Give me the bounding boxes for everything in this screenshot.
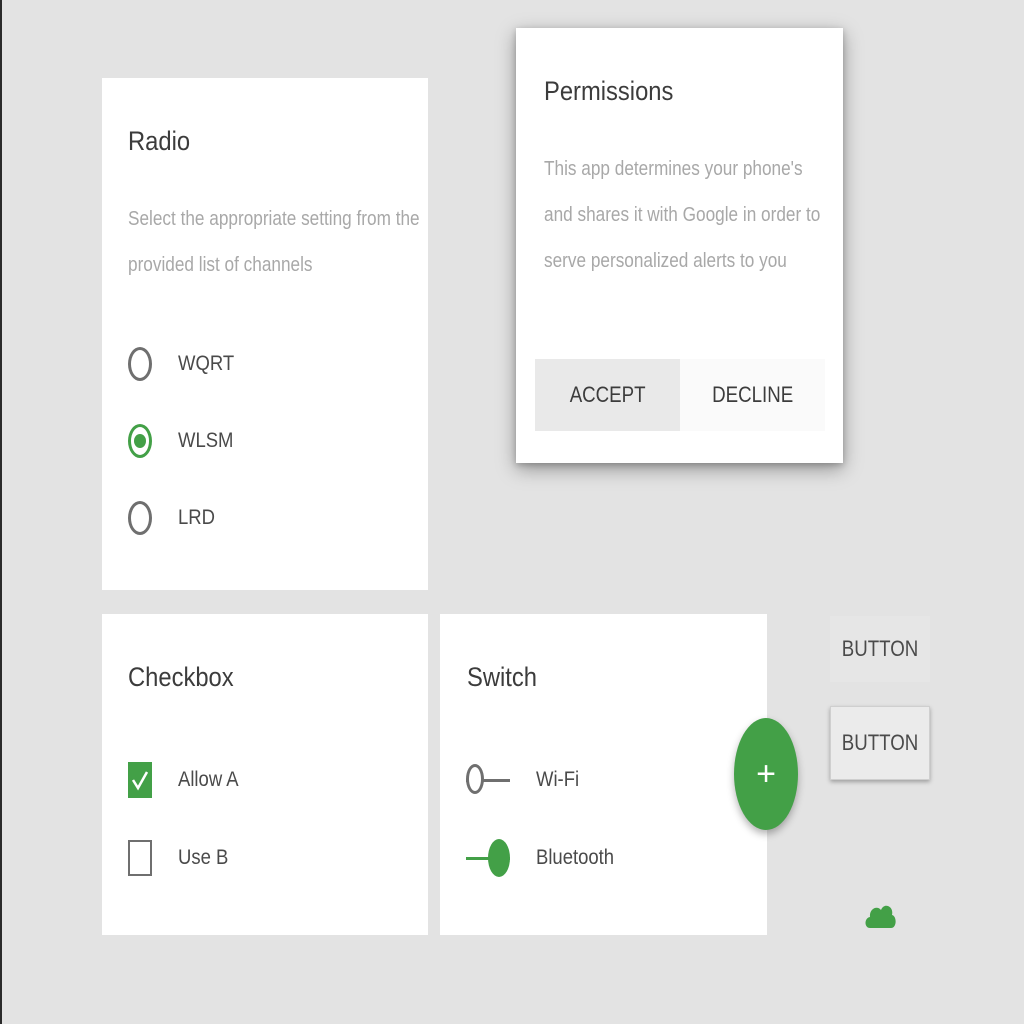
add-fab-button[interactable]: + bbox=[734, 718, 798, 830]
radio-card-description: Select the appropriate setting from the … bbox=[128, 208, 420, 276]
dialog-title: Permissions bbox=[544, 76, 674, 106]
raised-button-label: BUTTON bbox=[841, 730, 919, 755]
decline-button[interactable]: DECLINE bbox=[680, 359, 825, 431]
checkbox-card: Checkbox Allow A Use B bbox=[102, 614, 428, 935]
switch-card-title: Switch bbox=[467, 662, 537, 692]
radio-option-label: LRD bbox=[178, 506, 215, 529]
window-edge bbox=[0, 0, 2, 1024]
radio-option-label: WLSM bbox=[178, 429, 234, 452]
dialog-body: This app determines your phone's and sha… bbox=[544, 158, 821, 272]
radio-option-lrd[interactable]: LRD bbox=[128, 498, 220, 538]
switch-label: Bluetooth bbox=[536, 846, 615, 869]
bluetooth-switch[interactable] bbox=[466, 838, 510, 878]
checkbox-icon[interactable] bbox=[128, 840, 152, 876]
accept-button[interactable]: ACCEPT bbox=[535, 359, 680, 431]
radio-card: Radio Select the appropriate setting fro… bbox=[102, 78, 428, 590]
checkbox-label: Allow A bbox=[178, 768, 239, 791]
switch-thumb bbox=[488, 839, 510, 877]
flat-button[interactable]: BUTTON bbox=[830, 616, 930, 682]
radio-option-wlsm[interactable]: WLSM bbox=[128, 421, 241, 461]
flat-button-label: BUTTON bbox=[841, 636, 919, 661]
checkbox-label: Use B bbox=[178, 846, 229, 869]
checkbox-item-allow-a[interactable]: Allow A bbox=[128, 760, 247, 800]
permissions-dialog: Permissions This app determines your pho… bbox=[516, 28, 843, 463]
radio-option-wqrt[interactable]: WQRT bbox=[128, 344, 242, 384]
switch-thumb bbox=[466, 764, 484, 794]
radio-button-checked-icon[interactable] bbox=[128, 424, 152, 458]
radio-button-icon[interactable] bbox=[128, 501, 152, 535]
checkmark-icon bbox=[131, 771, 149, 791]
switch-item-bluetooth[interactable]: Bluetooth bbox=[466, 838, 625, 878]
radio-card-title: Radio bbox=[128, 126, 191, 156]
checkbox-card-title: Checkbox bbox=[128, 662, 234, 692]
checkbox-checked-icon[interactable] bbox=[128, 762, 152, 798]
wifi-switch[interactable] bbox=[466, 760, 510, 800]
plus-icon: + bbox=[756, 754, 776, 793]
radio-button-icon[interactable] bbox=[128, 347, 152, 381]
checkbox-item-use-b[interactable]: Use B bbox=[128, 838, 235, 878]
radio-option-label: WQRT bbox=[178, 352, 235, 375]
decline-button-label: DECLINE bbox=[711, 382, 794, 407]
raised-button[interactable]: BUTTON bbox=[830, 706, 930, 780]
cloud-icon bbox=[865, 905, 896, 928]
switch-item-wifi[interactable]: Wi-Fi bbox=[466, 760, 585, 800]
switch-card: Switch Wi-Fi Bluetooth bbox=[440, 614, 767, 935]
switch-label: Wi-Fi bbox=[536, 768, 580, 791]
radio-dot bbox=[134, 434, 146, 448]
accept-button-label: ACCEPT bbox=[569, 382, 646, 407]
